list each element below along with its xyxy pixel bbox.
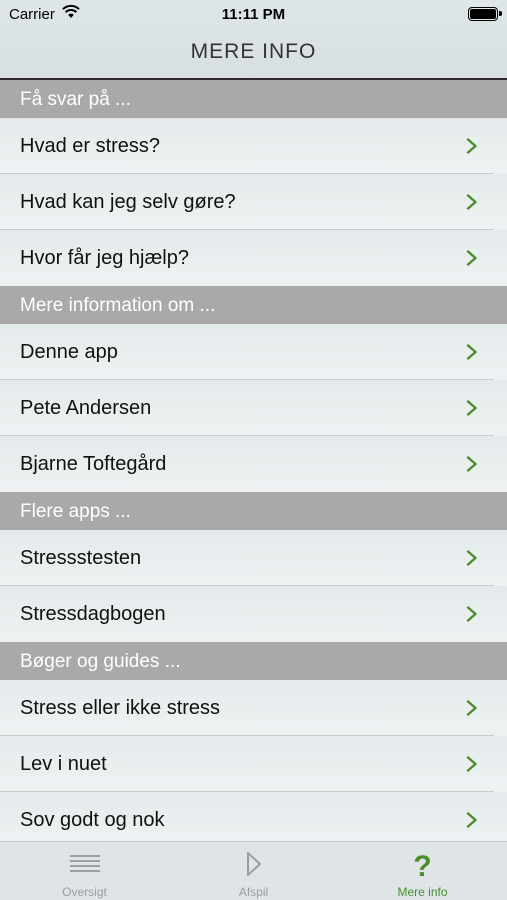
chevron-right-icon [466, 756, 477, 772]
list-item-label: Stressstesten [20, 547, 142, 569]
list-item-label: Denne app [20, 341, 118, 363]
section-header: Få svar på ... [0, 80, 507, 118]
list-item[interactable]: Denne app [0, 324, 507, 380]
page-title: MERE INFO [190, 40, 317, 63]
list-item-label: Stress eller ikke stress [20, 697, 221, 719]
list-item[interactable]: Sov godt og nok [0, 792, 507, 841]
chevron-right-icon [466, 550, 477, 566]
list-item[interactable]: Stress eller ikke stress [0, 680, 507, 736]
list-item[interactable]: Pete Andersen [0, 380, 507, 436]
svg-text:?: ? [413, 851, 431, 877]
list-item-label: Bjarne Toftegård [20, 453, 167, 475]
tab-bar: Oversigt Afspil ? Mere info [0, 841, 507, 900]
chevron-right-icon [466, 344, 477, 360]
list-item-label: Pete Andersen [20, 397, 152, 419]
tab-oversigt[interactable]: Oversigt [0, 842, 169, 900]
list-item[interactable]: Bjarne Toftegård [0, 436, 507, 492]
list-item[interactable]: Hvad er stress? [0, 118, 507, 174]
chevron-right-icon [466, 250, 477, 266]
list-item-label: Hvor får jeg hjælp? [20, 247, 189, 269]
status-time: 11:11 PM [221, 6, 286, 23]
question-mark-icon: ? [413, 851, 431, 877]
list-item-label: Lev i nuet [20, 753, 107, 775]
tab-afspil[interactable]: Afspil [169, 842, 338, 900]
tab-label: Mere info [397, 885, 448, 899]
section-header: Flere apps ... [0, 492, 507, 530]
chevron-right-icon [466, 812, 477, 828]
navigation-bar: MERE INFO [0, 28, 507, 80]
chevron-right-icon [466, 400, 477, 416]
battery-icon [468, 7, 502, 21]
section-header: Bøger og guides ... [0, 642, 507, 680]
section-header: Mere information om ... [0, 286, 507, 324]
list-item[interactable]: Lev i nuet [0, 736, 507, 792]
chevron-right-icon [466, 456, 477, 472]
chevron-right-icon [466, 138, 477, 154]
list-item-label: Hvad er stress? [20, 135, 161, 157]
tab-label: Oversigt [62, 885, 107, 899]
chevron-right-icon [466, 700, 477, 716]
chevron-right-icon [466, 194, 477, 210]
list-item[interactable]: Stressdagbogen [0, 586, 507, 642]
play-icon [247, 852, 261, 876]
status-bar: Carrier 11:11 PM [0, 0, 507, 28]
list-item[interactable]: Stressstesten [0, 530, 507, 586]
list-item[interactable]: Hvor får jeg hjælp? [0, 230, 507, 286]
list-lines-icon [70, 855, 100, 872]
list-item-label: Stressdagbogen [20, 603, 166, 625]
tab-mere-info[interactable]: ? Mere info [338, 842, 507, 900]
list-item-label: Hvad kan jeg selv gøre? [20, 191, 236, 213]
info-list[interactable]: Få svar på ... Hvad er stress? Hvad kan … [0, 80, 507, 841]
chevron-right-icon [466, 606, 477, 622]
tab-label: Afspil [238, 885, 269, 899]
list-item-label: Sov godt og nok [20, 809, 165, 831]
list-item[interactable]: Hvad kan jeg selv gøre? [0, 174, 507, 230]
